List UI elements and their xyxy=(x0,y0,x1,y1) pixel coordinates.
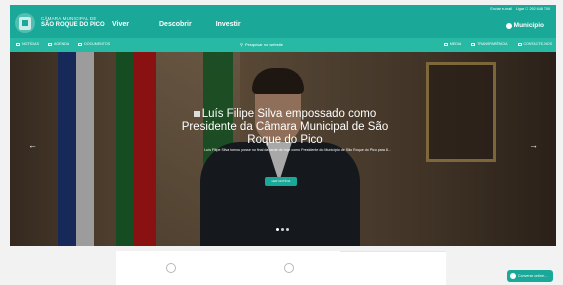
contact-icon xyxy=(517,42,522,46)
quick-link-card[interactable] xyxy=(230,251,344,285)
circle-icon xyxy=(284,263,294,273)
brand-line-2: SÃO ROQUE DO PICO xyxy=(41,22,105,28)
municipio-label: Município xyxy=(513,22,544,29)
document-icon xyxy=(78,42,83,46)
subnav-contactos[interactable]: CONTACTE-NOS xyxy=(517,42,552,46)
subnav-agenda[interactable]: AGENDA xyxy=(47,42,69,46)
secondary-nav: NOTÍCIAS AGENDA DOCUMENTOS ⚲ Pesquisar n… xyxy=(10,38,556,52)
quick-link-card[interactable] xyxy=(116,251,230,285)
email-link[interactable]: Enviar e-mail xyxy=(490,7,512,11)
news-icon xyxy=(16,42,20,46)
read-news-button[interactable]: LER NOTÍCIA xyxy=(265,177,297,186)
secondary-nav-left: NOTÍCIAS AGENDA DOCUMENTOS xyxy=(16,42,110,46)
search-icon: ⚲ xyxy=(240,42,243,47)
transparency-icon xyxy=(471,42,476,46)
search-input[interactable]: ⚲ Pesquisar no website xyxy=(240,42,283,47)
prev-slide-arrow-icon[interactable]: ← xyxy=(28,140,37,150)
chat-icon xyxy=(510,273,516,279)
municipality-logo[interactable] xyxy=(14,12,36,34)
contact-links: Enviar e-mail Ligar ☐ 292 648 700 xyxy=(490,7,550,11)
municipio-button[interactable]: Município xyxy=(505,22,544,29)
subnav-transparencia[interactable]: TRANSPARÊNCIA xyxy=(471,42,508,46)
subnav-noticias[interactable]: NOTÍCIAS xyxy=(16,42,39,46)
hero-description: Luís Filipe Silva tomou posse no final d… xyxy=(204,148,391,152)
nav-item-descobrir[interactable]: Descobrir xyxy=(159,21,192,28)
next-slide-arrow-icon[interactable]: → xyxy=(529,140,538,150)
brand-line-1: CÂMARA MUNICIPAL DE xyxy=(41,16,97,21)
slider-dot-3[interactable] xyxy=(286,228,289,231)
secondary-nav-right: MEDIA TRANSPARÊNCIA CONTACTE-NOS xyxy=(443,42,552,46)
brand-name[interactable]: CÂMARA MUNICIPAL DE SÃO ROQUE DO PICO xyxy=(41,16,105,28)
info-icon xyxy=(505,22,512,29)
hero-title-text: Luís Filipe Silva empossado como Preside… xyxy=(181,108,389,146)
slider-dots xyxy=(276,228,289,231)
hero-slider: Luís Filipe Silva empossado como Preside… xyxy=(10,52,556,246)
top-header: CÂMARA MUNICIPAL DE SÃO ROQUE DO PICO Vi… xyxy=(10,5,556,38)
quick-link-card[interactable] xyxy=(340,251,446,285)
main-nav: Viver Descobrir Investir xyxy=(112,21,241,28)
nav-item-viver[interactable]: Viver xyxy=(112,21,129,28)
nav-item-investir[interactable]: Investir xyxy=(216,21,241,28)
page: CÂMARA MUNICIPAL DE SÃO ROQUE DO PICO Vi… xyxy=(0,0,563,285)
slider-dot-1[interactable] xyxy=(276,228,279,231)
quick-links-section xyxy=(10,246,556,285)
phone-link[interactable]: Ligar ☐ 292 648 700 xyxy=(516,7,550,11)
hero-title[interactable]: Luís Filipe Silva empossado como Preside… xyxy=(180,108,390,147)
chat-widget[interactable]: Converse online... xyxy=(507,270,553,282)
news-icon xyxy=(193,110,200,117)
circle-icon xyxy=(166,263,176,273)
slider-dot-2[interactable] xyxy=(281,228,284,231)
media-icon xyxy=(443,42,448,46)
search-placeholder: Pesquisar no website xyxy=(244,42,283,47)
chat-label: Converse online... xyxy=(518,274,547,278)
subnav-documentos[interactable]: DOCUMENTOS xyxy=(78,42,110,46)
calendar-icon xyxy=(47,42,52,46)
subnav-media[interactable]: MEDIA xyxy=(443,42,461,46)
